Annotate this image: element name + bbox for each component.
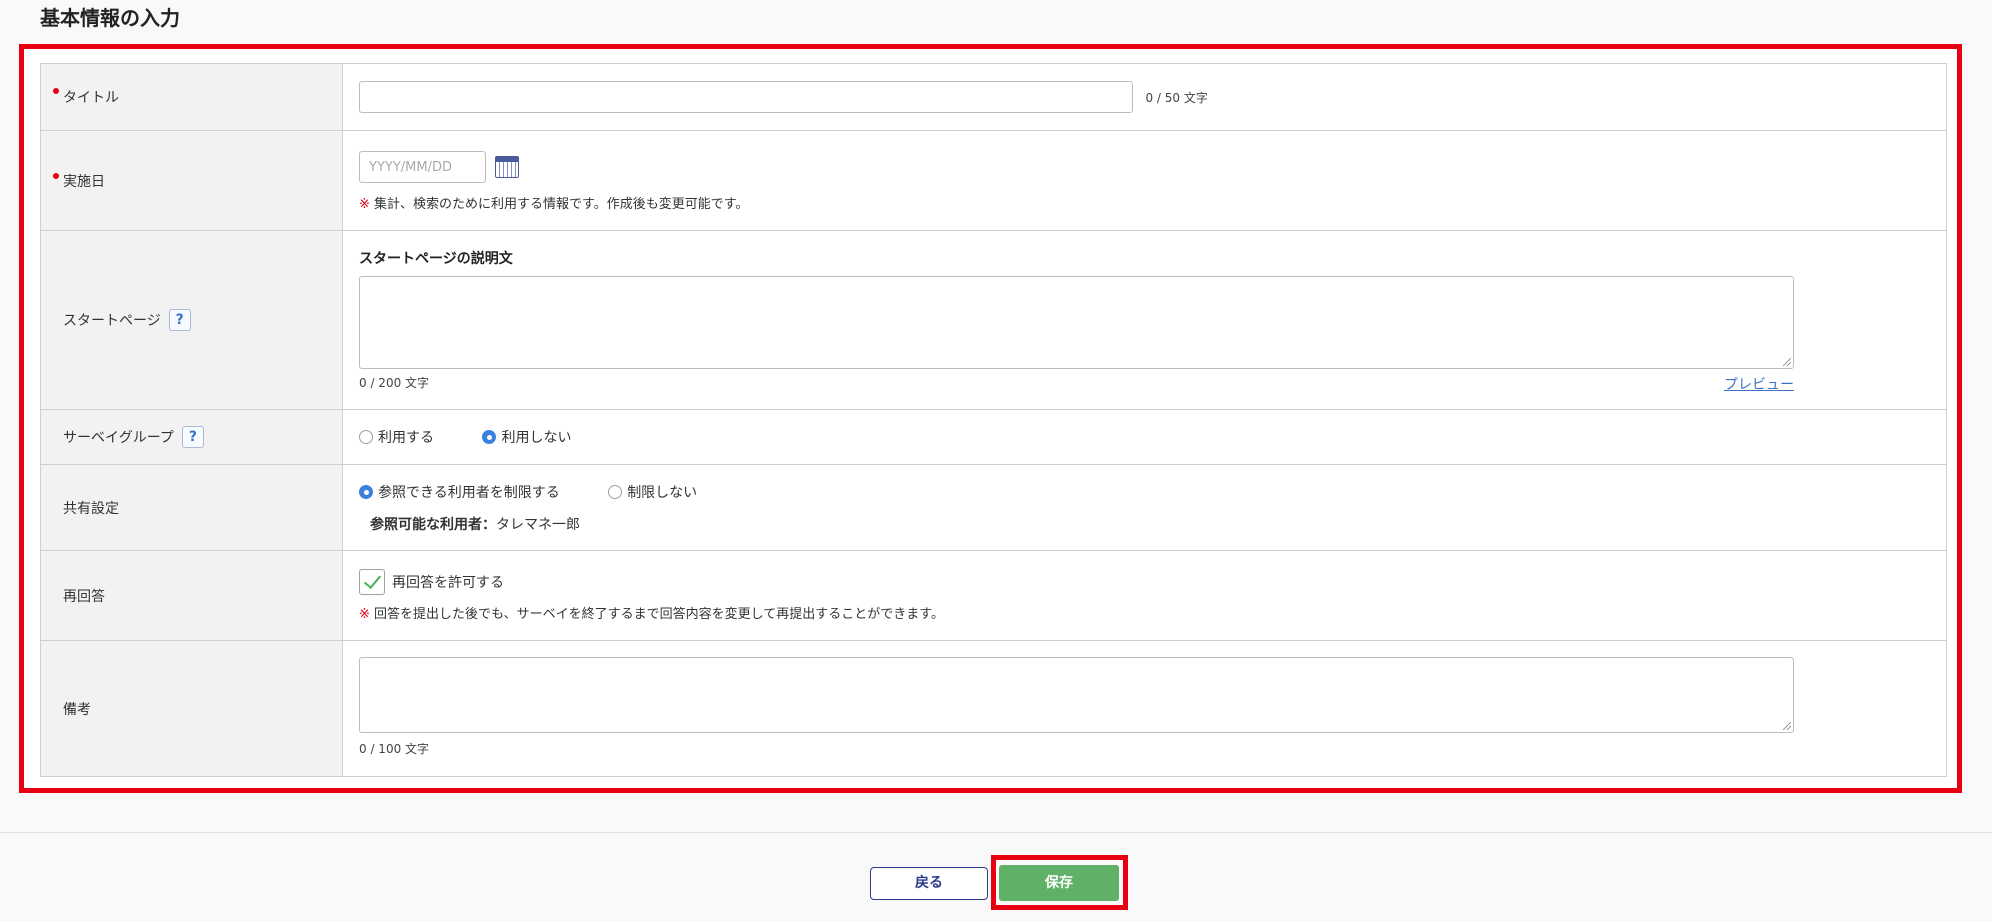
remarks-textarea[interactable]: [359, 657, 1794, 733]
start-page-content-cell: スタートページの説明文 0 / 200 文字 プレビュー: [342, 230, 1947, 410]
reanswer-note-text: 回答を提出した後でも、サーベイを終了するまで回答内容を変更して再提出することがで…: [369, 607, 944, 622]
date-input[interactable]: YYYY/MM/DD: [359, 151, 486, 183]
reanswer-label-cell: 再回答: [40, 550, 343, 641]
sharing-content-cell: 参照できる利用者を制限する 制限しない 参照可能な利用者：タレマネ一郎: [342, 464, 1947, 551]
section-title: 基本情報の入力: [40, 6, 180, 30]
remarks-content-cell: 0 / 100 文字: [342, 640, 1947, 777]
reanswer-checkbox-label: 再回答を許可する: [392, 575, 504, 591]
sharing-row: 共有設定 参照できる利用者を制限する 制限しない 参照可能な利用者：タレマネ一郎: [40, 464, 1947, 551]
survey-group-option-not-use[interactable]: 利用しない: [482, 429, 571, 446]
start-page-row: スタートページ? スタートページの説明文 0 / 200 文字 プレビュー: [40, 230, 1947, 410]
sharing-options: 参照できる利用者を制限する 制限しない: [359, 482, 1930, 502]
back-button[interactable]: 戻る: [870, 867, 988, 900]
title-content-cell: 0 / 50 文字: [342, 63, 1947, 131]
start-page-subhead: スタートページの説明文: [359, 251, 513, 267]
required-mark: [53, 88, 59, 94]
start-page-meta: 0 / 200 文字 プレビュー: [359, 374, 1794, 394]
calendar-icon[interactable]: [495, 156, 519, 178]
title-label: タイトル: [63, 90, 119, 106]
radio-checked[interactable]: [359, 484, 373, 499]
date-row: 実施日 YYYY/MM/DD ※ 集計、検索のために利用する情報です。作成後も変…: [40, 130, 1947, 231]
remarks-row: 備考 0 / 100 文字: [40, 640, 1947, 777]
title-row: タイトル 0 / 50 文字: [40, 63, 1947, 131]
survey-group-row: サーベイグループ? 利用する 利用しない: [40, 409, 1947, 465]
reanswer-note: ※ 回答を提出した後でも、サーベイを終了するまで回答内容を変更して再提出すること…: [359, 603, 1930, 622]
sharing-option-no-restrict[interactable]: 制限しない: [608, 484, 697, 501]
remarks-label: 備考: [63, 701, 91, 718]
date-note: ※ 集計、検索のために利用する情報です。作成後も変更可能です。: [359, 193, 1930, 212]
title-counter: 0 / 50 文字: [1145, 90, 1208, 105]
remarks-counter: 0 / 100 文字: [359, 742, 430, 756]
reanswer-row: 再回答 再回答を許可する ※ 回答を提出した後でも、サーベイを終了するまで回答内…: [40, 550, 1947, 641]
title-label-cell: タイトル: [40, 63, 343, 131]
note-mark: ※: [359, 197, 370, 212]
preview-link[interactable]: プレビュー: [1724, 374, 1794, 394]
viewers-value: タレマネ一郎: [496, 516, 580, 533]
survey-group-label-cell: サーベイグループ?: [40, 409, 343, 465]
reanswer-content-cell: 再回答を許可する ※ 回答を提出した後でも、サーベイを終了するまで回答内容を変更…: [342, 550, 1947, 641]
start-page-counter: 0 / 200 文字: [359, 376, 430, 390]
survey-group-label: サーベイグループ: [63, 430, 174, 446]
survey-group-content-cell: 利用する 利用しない: [342, 409, 1947, 465]
date-content-cell: YYYY/MM/DD ※ 集計、検索のために利用する情報です。作成後も変更可能で…: [342, 130, 1947, 231]
reanswer-label: 再回答: [63, 588, 105, 605]
save-button[interactable]: 保存: [999, 865, 1119, 901]
sharing-option-restrict[interactable]: 参照できる利用者を制限する: [359, 484, 564, 501]
reanswer-checkbox-group[interactable]: 再回答を許可する: [359, 569, 1930, 595]
sharing-viewers: 参照可能な利用者：タレマネ一郎: [370, 514, 1930, 534]
date-label: 実施日: [63, 173, 105, 190]
start-page-label-cell: スタートページ?: [40, 230, 343, 410]
start-page-label: スタートページ: [63, 313, 161, 329]
radio-checked[interactable]: [482, 430, 497, 444]
viewers-label: 参照可能な利用者：: [370, 516, 496, 533]
required-mark: [53, 173, 59, 179]
date-label-cell: 実施日: [40, 130, 343, 231]
title-input[interactable]: [359, 81, 1133, 113]
remarks-label-cell: 備考: [40, 640, 343, 777]
help-icon[interactable]: ?: [181, 426, 204, 448]
help-icon[interactable]: ?: [168, 309, 191, 331]
note-mark: ※: [359, 607, 370, 622]
sharing-label: 共有設定: [63, 500, 119, 517]
basic-info-form: タイトル 0 / 50 文字 実施日 YYYY/MM/DD ※ 集計、検索のため…: [40, 63, 1947, 777]
date-note-text: 集計、検索のために利用する情報です。作成後も変更可能です。: [369, 197, 749, 212]
footer-divider: [0, 832, 1992, 833]
sharing-label-cell: 共有設定: [40, 464, 343, 551]
radio-unchecked[interactable]: [608, 484, 623, 499]
reanswer-checkbox[interactable]: [359, 569, 385, 595]
survey-group-option-use[interactable]: 利用する: [359, 429, 438, 446]
radio-unchecked[interactable]: [359, 430, 373, 444]
start-page-description-textarea[interactable]: [359, 276, 1794, 369]
